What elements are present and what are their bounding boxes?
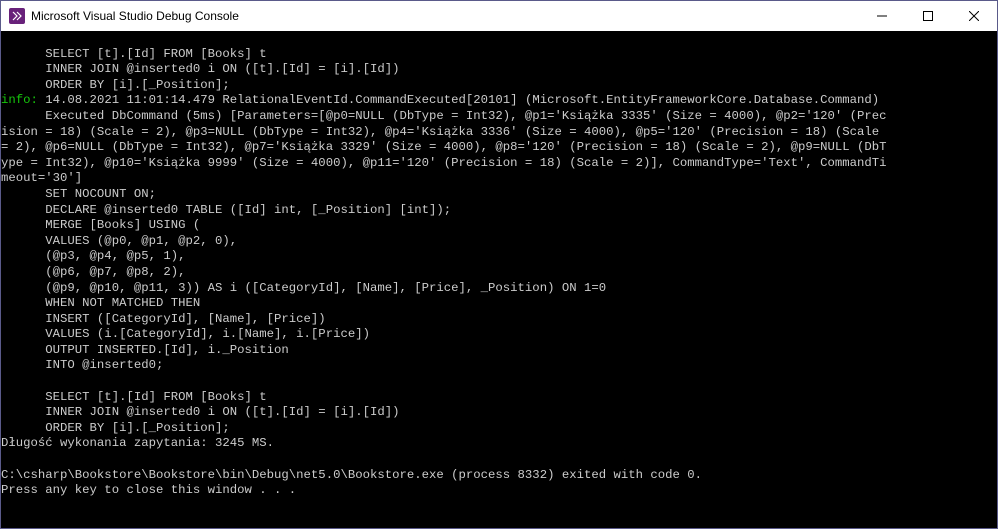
console-line: SET NOCOUNT ON; xyxy=(1,187,156,201)
console-line: (@p6, @p7, @p8, 2), xyxy=(1,265,185,279)
window: Microsoft Visual Studio Debug Console SE… xyxy=(0,0,998,529)
log-message: 14.08.2021 11:01:14.479 RelationalEventI… xyxy=(38,93,879,107)
window-title: Microsoft Visual Studio Debug Console xyxy=(31,9,239,23)
console-line: (@p3, @p4, @p5, 1), xyxy=(1,249,185,263)
console-line: ision = 18) (Scale = 2), @p3=NULL (DbTyp… xyxy=(1,125,879,139)
console-line: INSERT ([CategoryId], [Name], [Price]) xyxy=(1,312,326,326)
content-row: SELECT [t].[Id] FROM [Books] t INNER JOI… xyxy=(1,31,997,528)
console-line: WHEN NOT MATCHED THEN xyxy=(1,296,200,310)
console-line: Executed DbCommand (5ms) [Parameters=[@p… xyxy=(1,109,887,123)
console-line: ORDER BY [i].[_Position]; xyxy=(1,421,230,435)
log-level-info: info: xyxy=(1,93,38,107)
maximize-button[interactable] xyxy=(905,1,951,31)
console-line: Długość wykonania zapytania: 3245 MS. xyxy=(1,436,274,450)
close-button[interactable] xyxy=(951,1,997,31)
console-line: INNER JOIN @inserted0 i ON ([t].[Id] = [… xyxy=(1,405,399,419)
titlebar[interactable]: Microsoft Visual Studio Debug Console xyxy=(1,1,997,31)
console-line: = 2), @p6=NULL (DbType = Int32), @p7='Ks… xyxy=(1,140,887,154)
console-line: DECLARE @inserted0 TABLE ([Id] int, [_Po… xyxy=(1,203,451,217)
console-line: INNER JOIN @inserted0 i ON ([t].[Id] = [… xyxy=(1,62,399,76)
console-line: MERGE [Books] USING ( xyxy=(1,218,200,232)
window-controls xyxy=(859,1,997,31)
console-line: OUTPUT INSERTED.[Id], i._Position xyxy=(1,343,289,357)
console-line: info: 14.08.2021 11:01:14.479 Relational… xyxy=(1,93,879,107)
console-output[interactable]: SELECT [t].[Id] FROM [Books] t INNER JOI… xyxy=(1,31,997,528)
console-line: (@p9, @p10, @p11, 3)) AS i ([CategoryId]… xyxy=(1,281,606,295)
minimize-button[interactable] xyxy=(859,1,905,31)
app-icon xyxy=(9,8,25,24)
console-line: VALUES (i.[CategoryId], i.[Name], i.[Pri… xyxy=(1,327,370,341)
console-line: SELECT [t].[Id] FROM [Books] t xyxy=(1,47,267,61)
console-line: VALUES (@p0, @p1, @p2, 0), xyxy=(1,234,237,248)
console-line: ORDER BY [i].[_Position]; xyxy=(1,78,230,92)
console-line: C:\csharp\Bookstore\Bookstore\bin\Debug\… xyxy=(1,468,702,482)
console-line: Press any key to close this window . . . xyxy=(1,483,296,497)
console-line: ype = Int32), @p10='Książka 9999' (Size … xyxy=(1,156,887,170)
console-line: INTO @inserted0; xyxy=(1,358,163,372)
console-line: SELECT [t].[Id] FROM [Books] t xyxy=(1,390,267,404)
console-line: meout='30'] xyxy=(1,171,82,185)
